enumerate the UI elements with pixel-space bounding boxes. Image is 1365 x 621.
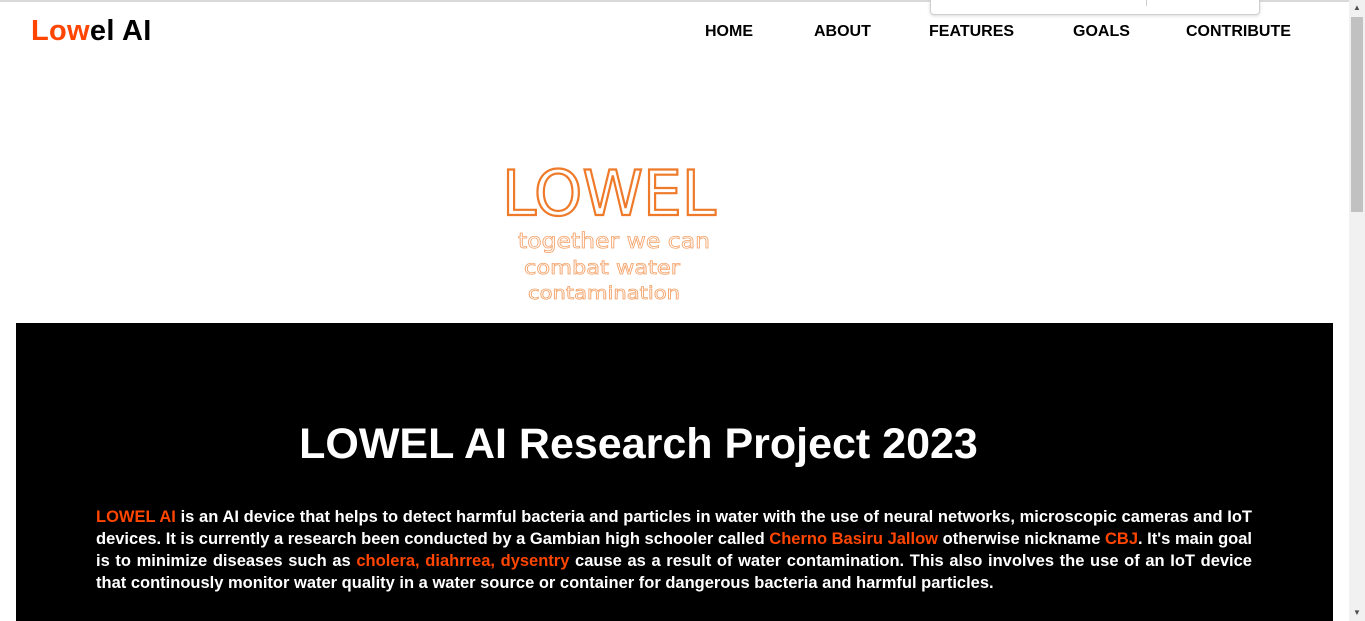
site-logo[interactable]: Lowel AI [31, 15, 152, 48]
nav-contribute[interactable]: CONTRIBUTE [1186, 23, 1291, 41]
project-description: LOWEL AI is an AI device that helps to d… [96, 506, 1252, 594]
highlight-nickname: CBJ [1104, 530, 1138, 548]
logo-accent-text: Low [31, 15, 90, 47]
hero-title: LOWEL [502, 157, 716, 230]
hero-line1: together we can [518, 229, 710, 253]
logo-rest-text: el AI [89, 15, 152, 47]
hero-line3: contamination [528, 283, 680, 304]
highlight-author-name: Cherno Basiru Jallow [769, 530, 939, 548]
hero-handwritten-logo: LOWEL together we can combat water conta… [501, 156, 718, 304]
triangle-up-icon[interactable]: ▲ [1349, 0, 1365, 16]
nav-home[interactable]: HOME [705, 23, 753, 41]
hero-line2: combat water [524, 257, 680, 279]
highlight-lowel-ai: LOWEL AI [96, 508, 176, 526]
popup-fragment [930, 0, 1260, 15]
project-heading: LOWEL AI Research Project 2023 [299, 420, 978, 468]
triangle-down-icon[interactable]: ▼ [1349, 605, 1365, 621]
scrollbar-thumb[interactable] [1351, 17, 1363, 212]
page-scrollbar[interactable]: ▲ ▼ [1349, 0, 1365, 621]
nav-features[interactable]: FEATURES [929, 23, 1014, 41]
highlight-diseases: cholera, diahrrea, dysentry [356, 552, 570, 570]
nav-about[interactable]: ABOUT [814, 23, 871, 41]
desc-text-2: otherwise nickname [938, 530, 1105, 548]
nav-goals[interactable]: GOALS [1073, 23, 1130, 41]
